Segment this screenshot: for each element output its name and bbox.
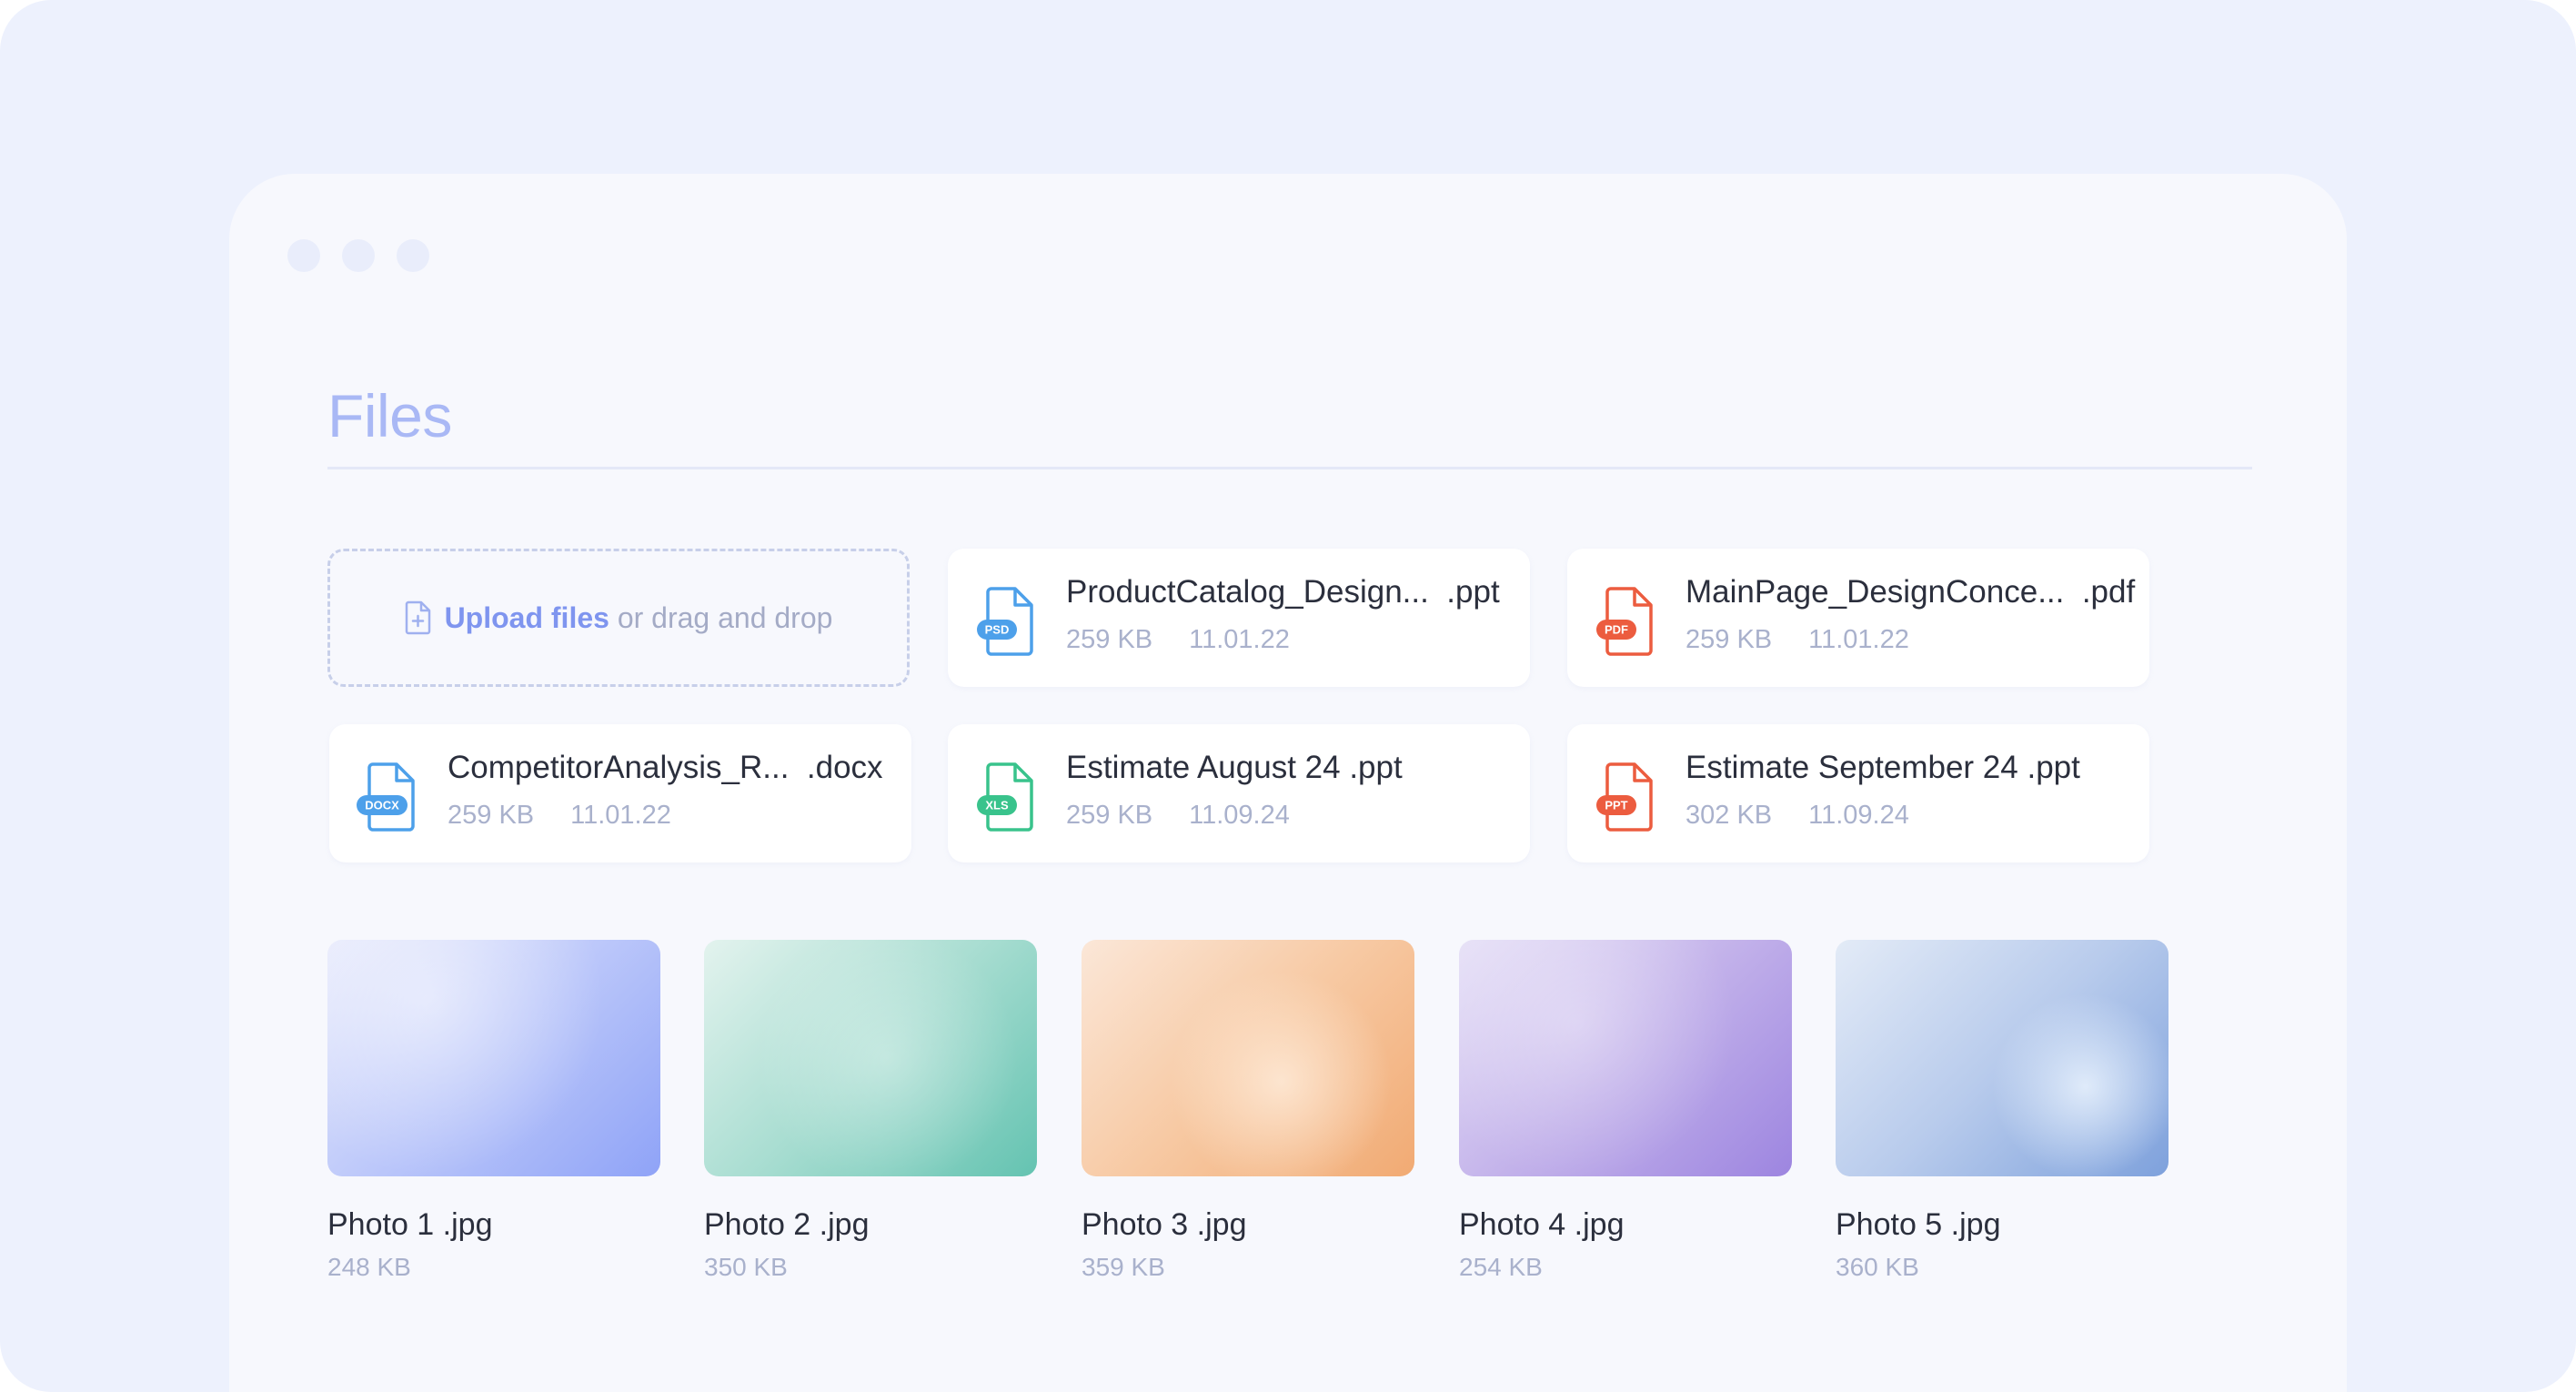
photo-size: 360 KB [1836, 1253, 1919, 1281]
pdf-file-icon: PDF [1596, 587, 1653, 656]
file-name: Estimate August 24 .ppt [1066, 750, 1403, 785]
docx-file-icon: DOCX [357, 762, 415, 832]
page-background: Files Upload files or drag and drop PSD … [0, 0, 2576, 1392]
file-card[interactable]: XLS Estimate August 24 .ppt 259 KB 11.09… [948, 724, 1530, 862]
file-date: 11.01.22 [570, 801, 671, 830]
photo-thumbnail[interactable] [327, 940, 660, 1176]
photo-name: Photo 3 .jpg [1082, 1207, 1247, 1242]
file-name: CompetitorAnalysis_R... .docx [448, 750, 883, 785]
photo-name: Photo 2 .jpg [704, 1207, 870, 1242]
file-size: 302 KB [1685, 801, 1773, 830]
file-date: 11.09.24 [1189, 801, 1290, 830]
window-controls [287, 239, 429, 272]
file-meta: 259 KB 11.01.22 [448, 801, 671, 831]
window-control-close[interactable] [287, 239, 320, 272]
photo-size: 254 KB [1459, 1253, 1543, 1281]
file-card[interactable]: PSD ProductCatalog_Design... .ppt 259 KB… [948, 549, 1530, 687]
file-size: 259 KB [1685, 625, 1773, 654]
svg-text:DOCX: DOCX [365, 799, 399, 812]
photo-size: 350 KB [704, 1253, 788, 1281]
photo-thumbnail[interactable] [704, 940, 1037, 1176]
upload-dropzone[interactable]: Upload files or drag and drop [327, 549, 910, 687]
title-divider [327, 467, 2252, 469]
photo-name: Photo 1 .jpg [327, 1207, 493, 1242]
svg-text:XLS: XLS [985, 799, 1009, 812]
svg-text:PPT: PPT [1605, 799, 1627, 812]
photo-name: Photo 5 .jpg [1836, 1207, 2001, 1242]
svg-text:PSD: PSD [985, 623, 1010, 637]
file-date: 11.09.24 [1808, 801, 1909, 830]
photo-thumbnail[interactable] [1459, 940, 1792, 1176]
file-date: 11.01.22 [1808, 625, 1909, 654]
file-meta: 302 KB 11.09.24 [1685, 801, 1909, 831]
svg-text:PDF: PDF [1605, 623, 1628, 637]
file-name: MainPage_DesignConce... .pdf [1685, 574, 2136, 610]
file-card[interactable]: PPT Estimate September 24 .ppt 302 KB 11… [1567, 724, 2149, 862]
file-name: ProductCatalog_Design... .ppt [1066, 574, 1500, 610]
file-card[interactable]: DOCX CompetitorAnalysis_R... .docx 259 K… [329, 724, 911, 862]
photo-item[interactable]: Photo 4 .jpg 254 KB [1459, 940, 1792, 1281]
photo-thumbnail[interactable] [1836, 940, 2168, 1176]
file-meta: 259 KB 11.01.22 [1685, 625, 1909, 655]
file-size: 259 KB [1066, 801, 1153, 830]
photo-thumbnail[interactable] [1082, 940, 1414, 1176]
file-date: 11.01.22 [1189, 625, 1290, 654]
window-control-minimize[interactable] [342, 239, 375, 272]
photo-item[interactable]: Photo 3 .jpg 359 KB [1082, 940, 1414, 1281]
page-title: Files [327, 382, 452, 449]
window-control-maximize[interactable] [397, 239, 429, 272]
file-meta: 259 KB 11.01.22 [1066, 625, 1290, 655]
file-size: 259 KB [1066, 625, 1153, 654]
file-size: 259 KB [448, 801, 535, 830]
photo-size: 359 KB [1082, 1253, 1165, 1281]
photo-size: 248 KB [327, 1253, 411, 1281]
photo-item[interactable]: Photo 5 .jpg 360 KB [1836, 940, 2168, 1281]
app-window: Files Upload files or drag and drop PSD … [229, 174, 2347, 1392]
ppt-file-icon: PPT [1596, 762, 1653, 832]
file-card[interactable]: PDF MainPage_DesignConce... .pdf 259 KB … [1567, 549, 2149, 687]
file-plus-icon [405, 600, 430, 635]
photo-item[interactable]: Photo 2 .jpg 350 KB [704, 940, 1037, 1281]
xls-file-icon: XLS [977, 762, 1033, 832]
photo-item[interactable]: Photo 1 .jpg 248 KB [327, 940, 660, 1281]
photo-name: Photo 4 .jpg [1459, 1207, 1625, 1242]
file-meta: 259 KB 11.09.24 [1066, 801, 1290, 831]
psd-file-icon: PSD [977, 587, 1033, 656]
upload-hint-text: or drag and drop [609, 600, 833, 634]
upload-files-link[interactable]: Upload files [445, 601, 609, 634]
file-name: Estimate September 24 .ppt [1685, 750, 2080, 785]
